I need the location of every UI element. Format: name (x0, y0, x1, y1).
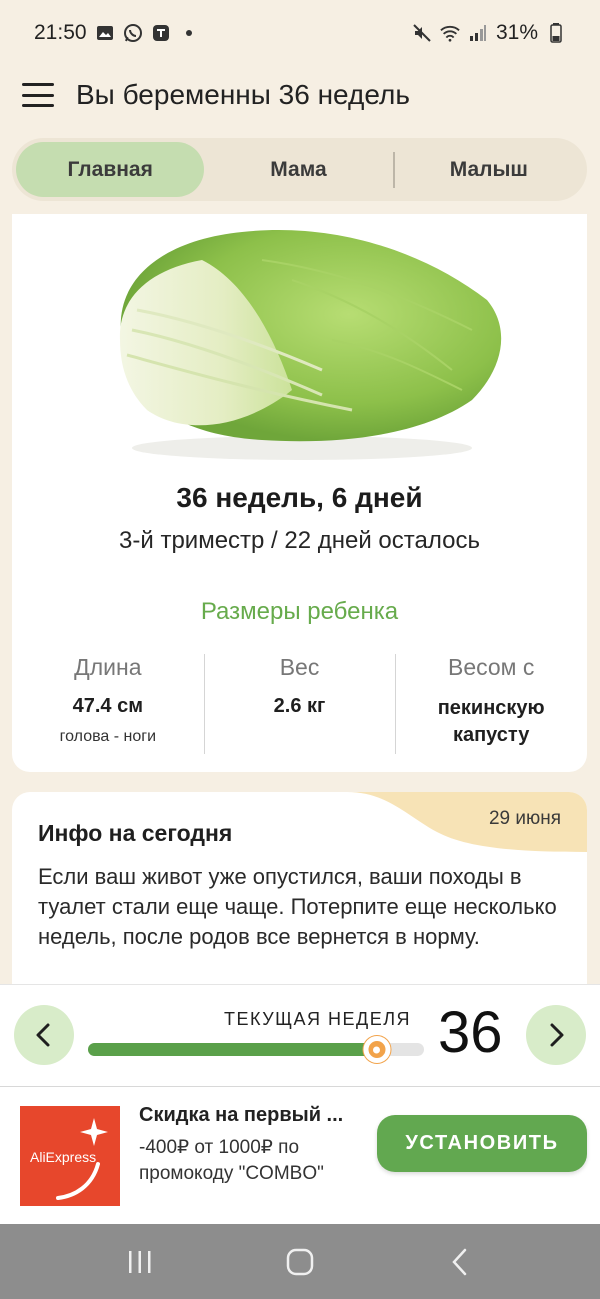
whatsapp-icon (123, 23, 143, 43)
back-icon (452, 1248, 467, 1275)
next-week-button[interactable] (526, 1005, 586, 1065)
week-progress-thumb[interactable] (363, 1036, 391, 1063)
install-button[interactable]: УСТАНОВИТЬ (377, 1115, 587, 1172)
metric-label: Длина (74, 654, 142, 680)
menu-icon[interactable] (22, 83, 54, 107)
tab-bar: Главная Мама Малыш (12, 138, 587, 201)
dot-icon (179, 23, 199, 43)
signal-icon (468, 23, 488, 43)
tab-main[interactable]: Главная (16, 142, 205, 197)
recents-icon (129, 1250, 151, 1273)
metric-value: 47.4 см (72, 695, 144, 717)
baby-metrics: Длина 47.4 см голова - ноги Вес 2.6 кг В… (12, 654, 587, 754)
wifi-icon (440, 23, 460, 43)
mute-icon (412, 23, 432, 43)
baby-sizes-title: Размеры ребенка (200, 598, 399, 625)
current-week-label: ТЕКУЩАЯ НЕДЕЛЯ (224, 1009, 412, 1029)
status-time: 21:50 (34, 21, 87, 44)
image-icon (95, 23, 115, 43)
status-bar: 21:50 31% (0, 0, 600, 66)
ad-banner[interactable]: AliExpress Скидка на первый ... -400₽ от… (0, 1086, 600, 1224)
metric-label: Вес (279, 654, 320, 680)
metric-sub: голова - ноги (59, 728, 157, 745)
info-date: 29 июня (488, 808, 561, 829)
ad-brand: AliExpress (30, 1149, 97, 1165)
shield-icon (151, 23, 171, 43)
system-nav-bar (0, 1224, 600, 1299)
metric-value: 2.6 кг (273, 695, 326, 717)
current-week-bar: ТЕКУЩАЯ НЕДЕЛЯ 36 (0, 984, 600, 1086)
trimester-info: 3-й триместр / 22 дней осталось (119, 527, 480, 554)
battery-percent: 31% (495, 21, 538, 44)
metric-length: Длина 47.4 см голова - ноги (12, 654, 204, 749)
tab-baby[interactable]: Малыш (395, 142, 583, 197)
week-progress-fill (88, 1043, 377, 1056)
weeks-days: 36 недель, 6 дней (176, 482, 423, 513)
battery-icon (546, 23, 566, 43)
app-bar: Вы беременны 36 недель (0, 66, 600, 124)
current-week-number: 36 (438, 1000, 503, 1065)
metric-weight: Вес 2.6 кг (203, 654, 396, 754)
week-card: 36 недель, 6 дней 3-й триместр / 22 дней… (12, 214, 587, 772)
metric-size-compare: Весом с пекинскую капусту (395, 654, 587, 754)
recent-apps-button[interactable] (110, 1232, 170, 1292)
home-button[interactable] (270, 1232, 330, 1292)
tab-mom[interactable]: Мама (204, 142, 392, 197)
ad-title: Скидка на первый ... (139, 1104, 344, 1126)
chevron-right-icon (550, 1023, 564, 1047)
week-progress-track[interactable] (88, 1036, 424, 1063)
info-heading: Инфо на сегодня (38, 820, 233, 846)
chevron-left-icon (36, 1023, 50, 1047)
aliexpress-logo[interactable]: AliExpress (20, 1106, 120, 1206)
home-icon (286, 1248, 314, 1275)
info-text: Если ваш живот уже опустился, ваши поход… (38, 864, 557, 949)
back-button[interactable] (430, 1232, 490, 1292)
metric-value: пекинскую капусту (437, 697, 545, 746)
napa-cabbage-image (119, 229, 502, 460)
metric-label: Весом с (447, 654, 535, 680)
prev-week-button[interactable] (14, 1005, 74, 1065)
ad-text: -400₽ от 1000₽ по промокоду "COMBO" (139, 1137, 324, 1184)
page-title: Вы беременны 36 недель (76, 79, 410, 110)
